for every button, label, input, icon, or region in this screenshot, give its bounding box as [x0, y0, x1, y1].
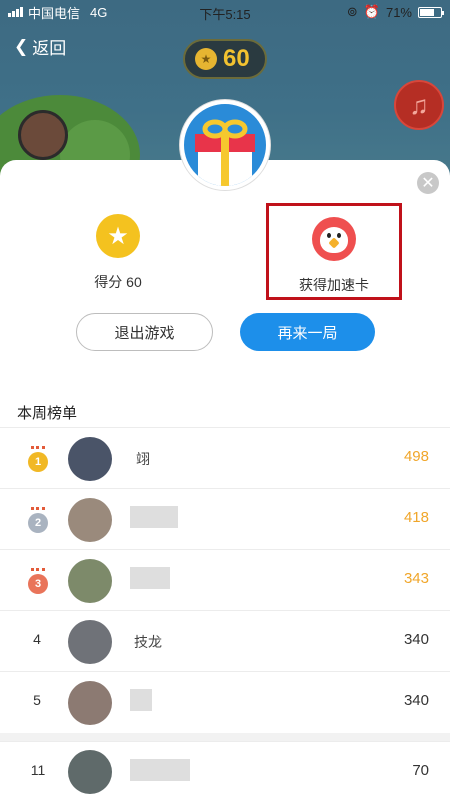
back-label: 返回 — [32, 39, 67, 58]
blurred-name — [130, 506, 178, 528]
score-label: 得分 60 — [94, 274, 142, 290]
player-score: 340 — [403, 692, 429, 709]
player-name: 翊 — [136, 451, 150, 467]
music-button[interactable]: ♫ — [394, 80, 444, 130]
coin-counter: ★ 60 — [183, 39, 267, 79]
card-label: 获得加速卡 — [299, 277, 369, 293]
rank-number: 4 — [33, 631, 41, 647]
avatar — [68, 498, 112, 542]
avatar — [68, 620, 112, 664]
avatar — [68, 681, 112, 725]
player-name: ​技龙 — [134, 634, 162, 650]
silver-medal-icon: 2 — [28, 507, 48, 533]
avatar — [68, 559, 112, 603]
star-icon: ★ — [96, 214, 140, 258]
leaderboard-row: 3 343 — [0, 549, 450, 610]
gift-badge — [180, 100, 270, 190]
player-score: 498 — [403, 448, 429, 465]
reward-score: ★ 得分 60 — [88, 214, 148, 292]
back-button[interactable]: ❮ 返回 — [14, 34, 66, 59]
leaderboard-row: 1 翊 498 — [0, 427, 450, 488]
avatar — [68, 750, 112, 794]
star-coin-icon: ★ — [195, 48, 217, 70]
player-score: 340 — [403, 631, 429, 648]
leaderboard-row: 5 340 — [0, 671, 450, 732]
status-right: ⊚ ⏰ 71% — [346, 4, 444, 20]
divider — [0, 733, 450, 741]
play-again-button[interactable]: 再来一局 — [240, 313, 375, 351]
coin-count: 60 — [223, 45, 250, 72]
leaderboard-row: 2 418 — [0, 488, 450, 549]
player-avatar — [18, 110, 68, 160]
battery-fill — [420, 8, 435, 16]
leaderboard-row: 4 ​技龙 340 — [0, 610, 450, 671]
blurred-name — [130, 689, 152, 711]
alarm-icon: ⏰ — [363, 4, 380, 19]
leaderboard-list: 1 翊 498 2 418 3 343 4 ​技龙 340 5 3 4 — [0, 427, 450, 732]
battery-icon — [418, 6, 444, 18]
blurred-name — [130, 759, 190, 781]
rank-number: 11 — [30, 762, 46, 778]
gift-icon — [195, 119, 255, 186]
close-icon: ✕ — [421, 175, 435, 192]
reward-speed-card: 获得加速卡 — [266, 203, 402, 300]
my-rank-row: 11 70 — [0, 741, 450, 800]
player-score: 418 — [403, 509, 429, 526]
bronze-medal-icon: 3 — [28, 568, 48, 594]
rotation-lock-icon: ⊚ — [346, 4, 358, 19]
battery-percent: 71% — [385, 4, 412, 20]
exit-game-button[interactable]: 退出游戏 — [76, 313, 213, 351]
blurred-name — [130, 567, 170, 589]
chevron-left-icon: ❮ — [14, 36, 29, 56]
player-score: 70 — [412, 762, 429, 779]
leaderboard-title: 本周榜单 — [17, 405, 78, 422]
rank-number: 5 — [33, 692, 41, 708]
avatar — [68, 437, 112, 481]
player-score: 343 — [403, 570, 429, 587]
speed-card-icon — [312, 217, 356, 261]
close-button[interactable]: ✕ — [417, 172, 439, 194]
music-icon: ♫ — [409, 89, 429, 120]
gold-medal-icon: 1 — [28, 446, 48, 472]
